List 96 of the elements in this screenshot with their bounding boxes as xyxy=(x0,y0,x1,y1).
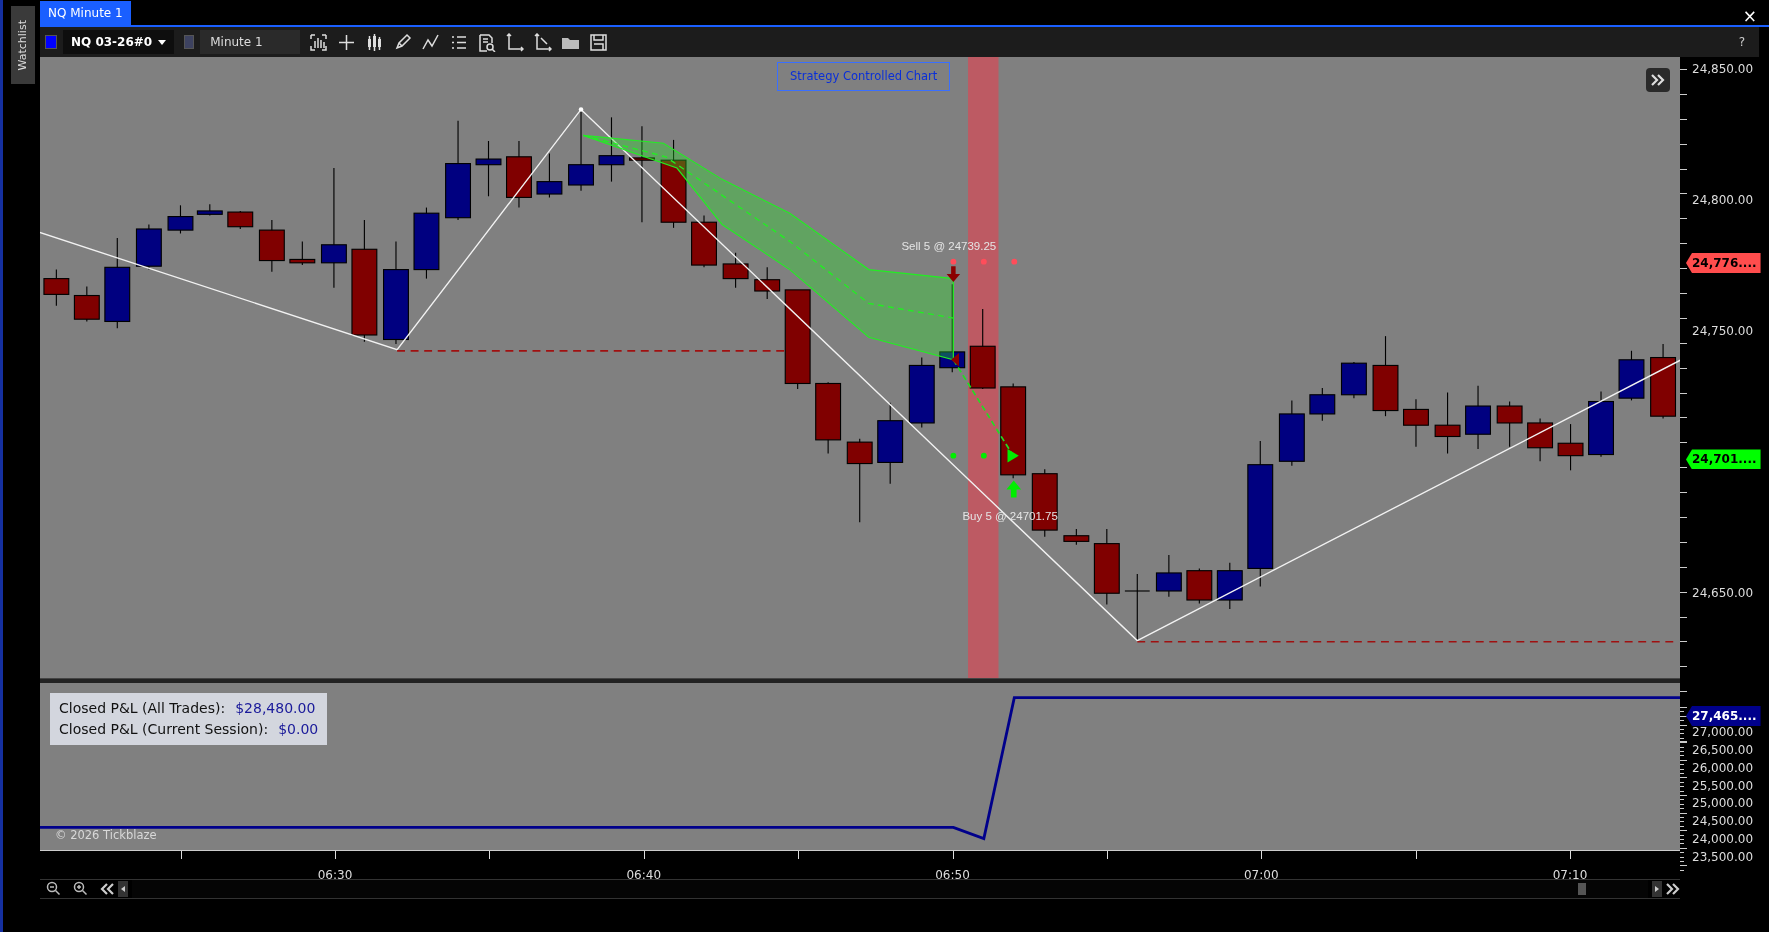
pencil-icon[interactable] xyxy=(393,32,413,52)
pnl-axis-label: 24,500.00 xyxy=(1692,813,1754,831)
axes-icon[interactable] xyxy=(505,32,525,52)
caret-icon xyxy=(158,39,167,45)
time-label: 06:40 xyxy=(626,866,662,884)
price-marker: 24,701.... xyxy=(1686,449,1761,470)
candle xyxy=(1496,400,1523,448)
strategy-label: Strategy Controlled Chart xyxy=(777,62,951,92)
candle xyxy=(1278,399,1305,467)
price-marker: 24,776.... xyxy=(1686,252,1761,273)
time-label: 07:00 xyxy=(1243,866,1279,884)
timeframe-field[interactable]: Minute 1 xyxy=(200,30,301,54)
exit-marker-icon xyxy=(1007,448,1019,463)
down-arrow-icon xyxy=(946,266,961,282)
candle xyxy=(1340,361,1367,399)
candle xyxy=(1216,562,1243,610)
zoom-in-icon[interactable] xyxy=(73,881,88,897)
candle xyxy=(691,214,717,268)
double-chevron-left-icon[interactable] xyxy=(100,883,114,895)
pnl-axis-label: 25,000.00 xyxy=(1692,795,1754,813)
pnl-axis-label: 24,000.00 xyxy=(1692,830,1754,848)
candle xyxy=(506,140,532,209)
candle xyxy=(1557,423,1584,471)
color-swatch[interactable] xyxy=(184,35,195,49)
trade-dot xyxy=(1011,258,1018,265)
scroll-track[interactable] xyxy=(132,880,1648,898)
trade-label: Sell 5 @ 24739.25 xyxy=(901,239,997,254)
candle xyxy=(1309,387,1336,422)
expand-button[interactable] xyxy=(1646,68,1670,92)
scroll-left-icon[interactable] xyxy=(118,881,128,897)
candle xyxy=(1618,350,1645,401)
trade-dot xyxy=(950,258,957,265)
copyright-text: © 2026 Tickblaze xyxy=(55,826,157,844)
candle xyxy=(908,357,935,429)
candle xyxy=(167,204,194,235)
pnl-axis-label: 26,500.00 xyxy=(1692,742,1754,760)
color-swatch[interactable] xyxy=(45,35,57,49)
pnl-label: Closed P&L (Current Session): xyxy=(59,719,269,739)
axes-icon[interactable] xyxy=(533,32,553,52)
pnl-axis-label: 23,500.00 xyxy=(1692,848,1754,866)
price-label: 24,850.00 xyxy=(1692,61,1754,78)
candle xyxy=(73,285,100,323)
bar-chart-icon[interactable] xyxy=(309,32,329,52)
help-button[interactable]: ? xyxy=(1732,32,1751,52)
document-search-icon[interactable] xyxy=(477,32,497,52)
candle xyxy=(1403,398,1429,448)
instrument-dropdown[interactable]: NQ 03-26#0 xyxy=(63,30,175,54)
pnl-axis-label: 25,500.00 xyxy=(1692,777,1754,795)
candle xyxy=(196,203,223,216)
candle xyxy=(475,140,502,197)
save-icon[interactable] xyxy=(589,32,609,52)
candle xyxy=(1155,554,1182,598)
candle xyxy=(43,269,70,307)
pnl-label: Closed P&L (All Trades): xyxy=(59,698,226,718)
zoom-out-icon[interactable] xyxy=(46,881,61,897)
candle xyxy=(135,223,162,271)
pnl-axis-label: 27,000.00 xyxy=(1692,724,1754,742)
candle xyxy=(1186,567,1213,604)
time-label: 06:30 xyxy=(317,866,353,884)
time-label: 07:10 xyxy=(1552,866,1588,884)
watchlist-tab[interactable]: Watchlist xyxy=(11,6,35,84)
close-button[interactable]: × xyxy=(1742,8,1757,25)
trade-dot xyxy=(950,452,957,459)
candle xyxy=(754,266,781,300)
candle xyxy=(598,116,625,183)
scroll-right-icon[interactable] xyxy=(1652,881,1662,897)
candle xyxy=(227,210,254,230)
price-label: 24,750.00 xyxy=(1692,323,1754,340)
entry-marker-icon xyxy=(951,353,959,367)
trade-dot xyxy=(980,258,987,265)
scroll-thumb[interactable] xyxy=(1578,883,1586,895)
candle xyxy=(258,219,285,273)
chart-tab[interactable]: NQ Minute 1 xyxy=(40,1,131,25)
time-label: 06:50 xyxy=(935,866,970,884)
candle xyxy=(1434,391,1461,454)
crosshair-icon[interactable] xyxy=(337,32,357,52)
candle xyxy=(1063,528,1090,546)
pnl-axis-label: 26,000.00 xyxy=(1692,759,1754,777)
up-arrow-icon xyxy=(1006,480,1022,498)
pnl-marker: 27,465.... xyxy=(1686,705,1761,726)
candle xyxy=(1124,573,1151,642)
trade-dot xyxy=(980,452,987,459)
pnl-value: $0.00 xyxy=(278,719,319,739)
candle xyxy=(1465,385,1491,450)
double-chevron-right-icon[interactable] xyxy=(1666,883,1680,895)
double-chevron-icon xyxy=(1651,74,1665,86)
candle xyxy=(1588,390,1614,458)
candle xyxy=(1527,417,1554,462)
price-label: 24,800.00 xyxy=(1692,192,1754,209)
candle xyxy=(289,240,316,266)
pnl-value: $28,480.00 xyxy=(235,698,316,718)
line-chart-icon[interactable] xyxy=(421,32,441,52)
price-label: 24,650.00 xyxy=(1692,585,1754,602)
candle xyxy=(536,152,563,198)
candle xyxy=(722,252,749,289)
pivot-dot xyxy=(578,107,584,112)
